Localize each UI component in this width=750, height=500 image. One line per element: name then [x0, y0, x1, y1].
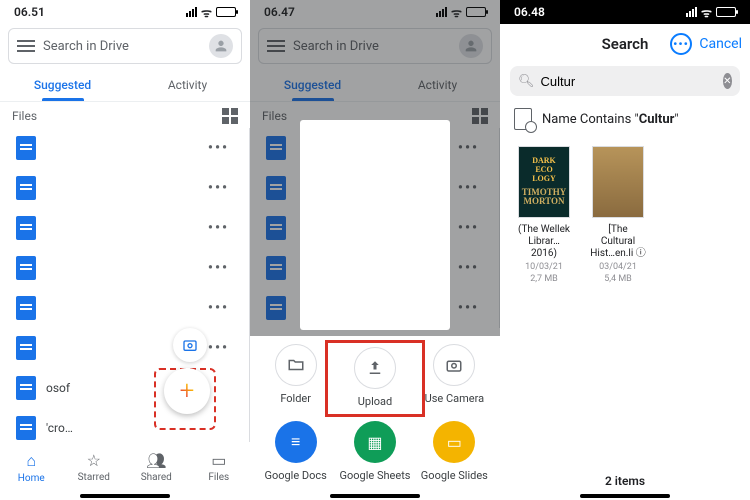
nav-files[interactable]: ▭Files — [188, 442, 251, 492]
tab-suggested[interactable]: Suggested — [0, 68, 125, 101]
row-more-icon[interactable]: ••• — [204, 176, 233, 200]
files-label: Files — [12, 109, 37, 123]
file-row[interactable]: ••• — [8, 248, 241, 288]
sheets-icon: ▦ — [354, 421, 396, 463]
wifi-icon: ᯤ — [701, 4, 712, 21]
result-title: [The Cultural Hist…en.li ⓘ — [590, 224, 646, 260]
row-more-icon[interactable]: ••• — [204, 256, 233, 280]
more-options-icon[interactable]: ••• — [670, 33, 692, 55]
battery-icon — [216, 7, 236, 17]
home-indicator — [80, 494, 170, 498]
create-action-sheet: Folder Upload Use Camera ≡Google Docs ▦G… — [250, 336, 500, 500]
doc-icon — [16, 376, 36, 400]
scan-button[interactable] — [173, 328, 207, 362]
phone-drive-home: 06.51 ᯤ Search in Drive Suggested Activi… — [0, 0, 250, 500]
action-slides[interactable]: ▭Google Slides — [415, 421, 494, 482]
row-more-icon[interactable]: ••• — [204, 296, 233, 320]
tab-activity[interactable]: Activity — [125, 68, 250, 101]
doc-icon — [16, 216, 36, 240]
action-folder[interactable]: Folder — [256, 344, 335, 411]
search-results-grid: DARK ECO LOGY TIMOTHY MORTON (The Wellek… — [500, 140, 750, 290]
search-icon: 🔍︎ — [518, 74, 535, 89]
file-row[interactable]: ••• — [8, 288, 241, 328]
battery-icon — [716, 7, 736, 17]
folder-icon: ▭ — [211, 451, 226, 470]
result-size: 5,4 MB — [604, 274, 632, 284]
search-input[interactable] — [541, 74, 717, 89]
result-item[interactable]: DARK ECO LOGY TIMOTHY MORTON (The Wellek… — [516, 146, 572, 284]
clear-search-icon[interactable]: ✕ — [723, 73, 732, 89]
name-contains-suggestion[interactable]: Name Contains "Cultur" — [500, 104, 750, 140]
files-section-header: Files — [0, 102, 250, 128]
results-count: 2 items — [500, 474, 750, 488]
row-more-icon[interactable]: ••• — [204, 136, 233, 160]
wifi-icon: ᯤ — [201, 4, 212, 21]
book-cover: DARK ECO LOGY TIMOTHY MORTON — [518, 146, 570, 218]
search-placeholder: Search in Drive — [43, 39, 201, 54]
action-camera[interactable]: Use Camera — [415, 344, 494, 411]
phone-files-search: 06.48 ᯤ Search ••• Cancel 🔍︎ ✕ Name Cont… — [500, 0, 750, 500]
result-date: 10/03/21 — [525, 262, 563, 272]
doc-icon — [16, 176, 36, 200]
doc-icon — [16, 296, 36, 320]
cellular-signal-icon — [186, 7, 197, 17]
nav-home[interactable]: ⌂Home — [0, 442, 63, 492]
status-bar: 06.48 ᯤ — [500, 0, 750, 24]
view-toggle-icon[interactable] — [222, 108, 238, 124]
search-nav-bar: Search ••• Cancel — [500, 24, 750, 64]
doc-icon — [16, 256, 36, 280]
menu-icon[interactable] — [17, 40, 35, 52]
action-docs[interactable]: ≡Google Docs — [256, 421, 335, 482]
action-upload[interactable]: Upload — [325, 340, 424, 417]
search-field[interactable]: 🔍︎ ✕ — [510, 66, 740, 96]
home-icon: ⌂ — [26, 451, 36, 471]
doc-icon — [16, 416, 36, 440]
doc-icon — [16, 336, 36, 360]
doc-icon — [16, 136, 36, 160]
status-time: 06.51 — [14, 5, 45, 19]
home-indicator — [330, 494, 420, 498]
slides-icon: ▭ — [433, 421, 475, 463]
search-title: Search — [602, 35, 649, 53]
drive-search-bar[interactable]: Search in Drive — [8, 28, 242, 64]
blank-preview-card — [300, 120, 450, 330]
status-time: 06.48 — [514, 5, 545, 19]
cancel-button[interactable]: Cancel — [699, 36, 742, 52]
action-sheets[interactable]: ▦Google Sheets — [335, 421, 414, 482]
upload-icon — [354, 347, 396, 389]
star-icon: ☆ — [87, 451, 101, 470]
result-date: 03/04/21 — [599, 262, 637, 272]
file-row[interactable]: ••• — [8, 128, 241, 168]
folder-icon — [275, 344, 317, 386]
new-fab[interactable]: + — [164, 368, 210, 414]
account-avatar[interactable] — [209, 34, 233, 58]
book-cover — [592, 146, 644, 218]
people-icon: 👥︎ — [146, 451, 166, 470]
phone-drive-create-sheet: 06.47 ᯤ Search in Drive Suggested Activi… — [250, 0, 500, 500]
result-item[interactable]: [The Cultural Hist…en.li ⓘ 03/04/21 5,4 … — [590, 146, 646, 284]
home-tabs: Suggested Activity — [0, 68, 250, 102]
plus-icon: + — [180, 376, 195, 406]
nav-starred[interactable]: ☆Starred — [63, 442, 126, 492]
result-size: 2,7 MB — [530, 274, 558, 284]
file-row[interactable]: ••• — [8, 168, 241, 208]
bottom-nav: ⌂Home ☆Starred 👥︎Shared ▭Files — [0, 442, 250, 492]
result-title: (The Wellek Librar…2016) — [516, 224, 572, 260]
camera-icon — [433, 344, 475, 386]
row-more-icon[interactable]: ••• — [204, 336, 233, 360]
home-indicator — [580, 494, 670, 498]
nav-shared[interactable]: 👥︎Shared — [125, 442, 188, 492]
status-bar: 06.51 ᯤ — [0, 0, 250, 24]
file-search-icon — [514, 108, 532, 130]
file-row[interactable]: ••• — [8, 208, 241, 248]
docs-icon: ≡ — [275, 421, 317, 463]
cellular-signal-icon — [686, 7, 697, 17]
row-more-icon[interactable]: ••• — [204, 216, 233, 240]
